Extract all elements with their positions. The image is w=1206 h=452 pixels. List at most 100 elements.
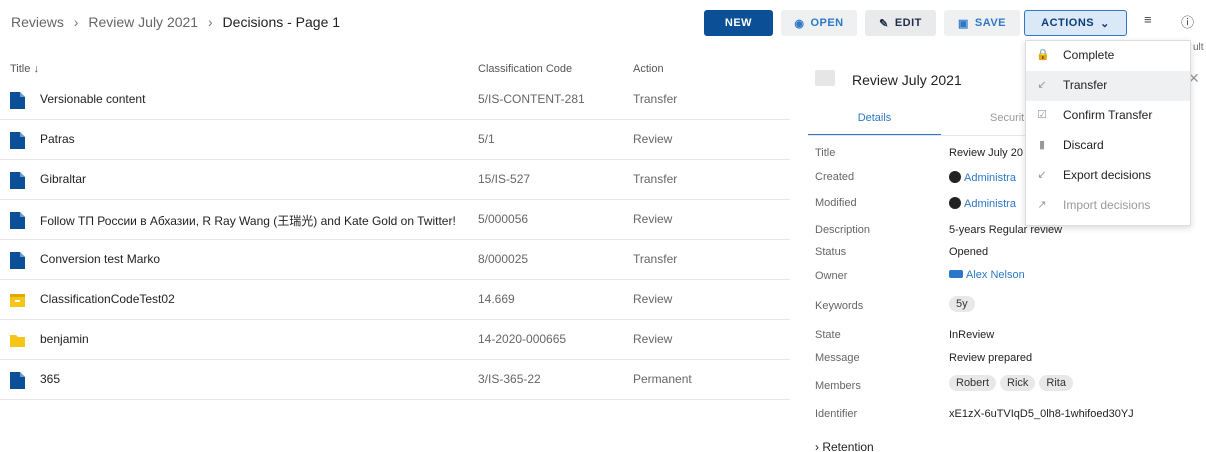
label-owner: Owner: [815, 270, 848, 282]
table-row[interactable]: Conversion test Marko 8/000025 Transfer: [0, 240, 790, 280]
file-icon: [10, 172, 25, 189]
value-members: Robert Rick Rita: [949, 375, 1077, 391]
lock-icon: 🔒: [1036, 49, 1050, 61]
value-state: InReview: [949, 329, 995, 341]
menu-item-label: Import decisions: [1063, 198, 1151, 212]
keyword-chip: 5y: [949, 296, 975, 312]
arrow-up-right-icon: ↗: [1037, 199, 1047, 211]
label-message: Message: [815, 352, 860, 364]
row-title: ClassificationCodeTest02: [40, 292, 175, 306]
chevron-right-icon: ›: [815, 440, 819, 452]
tab-details[interactable]: Details: [808, 112, 941, 136]
value-created: Administra: [949, 171, 1016, 184]
actions-button[interactable]: ACTIONS ⌄: [1024, 10, 1127, 36]
created-by-link[interactable]: Administra: [964, 172, 1016, 184]
menu-item-transfer[interactable]: ↙ Transfer: [1026, 71, 1190, 101]
value-title: Review July 20: [949, 147, 1023, 159]
file-icon: [10, 132, 25, 149]
value-keywords: 5y: [949, 296, 979, 312]
row-action: Review: [633, 332, 673, 346]
member-chip: Rita: [1039, 375, 1073, 391]
menu-item-discard[interactable]: ▮ Discard: [1026, 131, 1190, 161]
label-created: Created: [815, 171, 855, 183]
row-code: 14-2020-000665: [478, 332, 567, 346]
label-description: Description: [815, 224, 871, 236]
overflow-text: ult: [1193, 42, 1204, 53]
menu-item-label: Discard: [1063, 138, 1104, 152]
value-identifier: xE1zX-6uTVIqD5_0lh8-1whifoed30YJ: [949, 408, 1134, 420]
menu-item-label: Transfer: [1063, 78, 1108, 92]
row-action: Review: [633, 132, 673, 146]
info-icon[interactable]: ⓘ: [1181, 12, 1194, 31]
value-owner: Alex Nelson: [949, 269, 1025, 281]
folder-icon: [815, 70, 835, 86]
menu-item-export-decisions[interactable]: ↙ Export decisions: [1026, 161, 1190, 191]
open-label: OPEN: [810, 17, 844, 29]
table-row[interactable]: benjamin 14-2020-000665 Review: [0, 320, 790, 360]
sort-down-icon: ↓: [33, 63, 39, 75]
column-header-title[interactable]: Title ↓: [10, 63, 39, 75]
row-action: Permanent: [633, 372, 692, 386]
row-title: Gibraltar: [40, 172, 87, 186]
row-title: Conversion test Marko: [40, 252, 161, 266]
pencil-icon: ✎: [879, 17, 889, 30]
breadcrumb-review[interactable]: Review July 2021: [88, 14, 198, 30]
owner-link[interactable]: Alex Nelson: [966, 269, 1025, 281]
row-code: 15/IS-527: [478, 172, 531, 186]
table-row[interactable]: 365 3/IS-365-22 Permanent: [0, 360, 790, 400]
save-button[interactable]: ▣ SAVE: [944, 10, 1020, 36]
file-icon: [10, 212, 25, 229]
menu-item-complete[interactable]: 🔒 Complete: [1026, 41, 1190, 71]
table-row[interactable]: Gibraltar 15/IS-527 Transfer: [0, 160, 790, 200]
column-header-code[interactable]: Classification Code: [478, 63, 572, 75]
row-code: 14.669: [478, 292, 515, 306]
folder-icon: [10, 332, 25, 349]
retention-label: Retention: [822, 440, 874, 452]
row-title: Follow ТП России в Абхазии, R Ray Wang (…: [40, 214, 456, 228]
row-code: 8/000025: [478, 252, 529, 266]
check-box-icon: ☑: [1037, 109, 1047, 121]
table-row[interactable]: ClassificationCodeTest02 14.669 Review: [0, 280, 790, 320]
row-action: Transfer: [633, 252, 678, 266]
row-code: 5/1: [478, 132, 495, 146]
new-button[interactable]: NEW: [704, 10, 773, 36]
actions-label: ACTIONS: [1041, 17, 1095, 29]
edit-label: EDIT: [894, 17, 922, 29]
open-button[interactable]: ◉ OPEN: [781, 10, 857, 36]
tab-security[interactable]: Securit: [990, 112, 1024, 124]
breadcrumb-reviews[interactable]: Reviews: [11, 14, 64, 30]
value-message: Review prepared: [949, 352, 1033, 364]
row-code: 5/IS-CONTENT-281: [478, 92, 585, 106]
file-icon: [10, 252, 25, 269]
row-action: Review: [633, 212, 673, 226]
menu-item-confirm-transfer[interactable]: ☑ Confirm Transfer: [1026, 101, 1190, 131]
table-row[interactable]: Versionable content 5/IS-CONTENT-281 Trans…: [0, 80, 790, 120]
table-row[interactable]: Follow ТП России в Абхазии, R Ray Wang (…: [0, 200, 790, 240]
retention-toggle[interactable]: › Retention: [815, 440, 874, 452]
modified-by-link[interactable]: Administra: [964, 198, 1016, 210]
breadcrumb-separator: ›: [207, 14, 213, 30]
breadcrumb-separator: ›: [73, 14, 79, 30]
file-icon: [10, 92, 25, 109]
row-action: Review: [633, 292, 673, 306]
label-keywords: Keywords: [815, 300, 864, 312]
file-icon: [10, 372, 25, 389]
breadcrumb-current: Decisions - Page 1: [222, 14, 341, 30]
label-identifier: Identifier: [815, 408, 858, 420]
member-chip: Rick: [1000, 375, 1036, 391]
label-state: State: [815, 329, 841, 341]
edit-button[interactable]: ✎ EDIT: [865, 10, 936, 36]
row-code: 3/IS-365-22: [478, 372, 541, 386]
chevron-down-icon: ⌄: [1100, 17, 1110, 30]
save-label: SAVE: [974, 17, 1007, 29]
avatar: [949, 197, 961, 209]
menu-item-label: Confirm Transfer: [1063, 108, 1153, 122]
row-action: Transfer: [633, 172, 678, 186]
member-chip: Robert: [949, 375, 997, 391]
new-label: NEW: [724, 17, 753, 29]
menu-item-import-decisions: ↗ Import decisions: [1026, 191, 1190, 221]
list-icon[interactable]: ≡: [1144, 12, 1152, 27]
label-status: Status: [815, 246, 847, 258]
table-row[interactable]: Patras 5/1 Review: [0, 120, 790, 160]
column-header-action[interactable]: Action: [633, 63, 664, 75]
